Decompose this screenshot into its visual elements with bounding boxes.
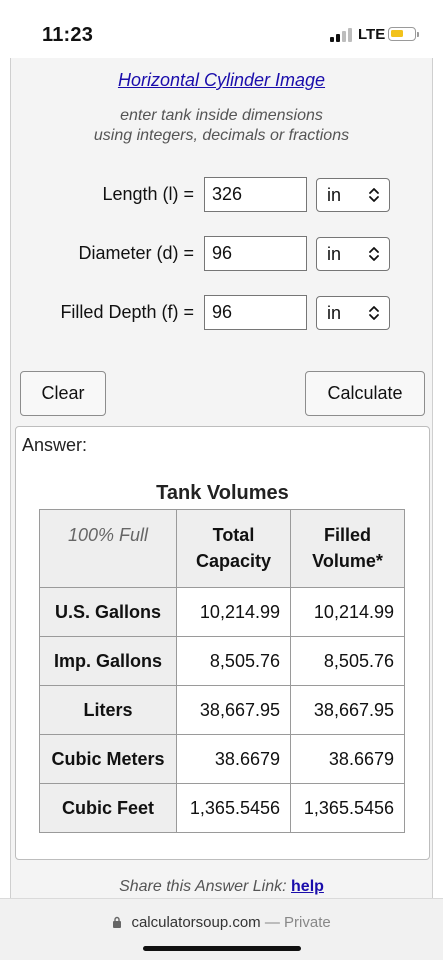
total-capacity-cell: 38.6679 — [176, 734, 291, 784]
table-row: U.S. Gallons 10,214.99 10,214.99 — [39, 587, 405, 637]
row-label: Imp. Gallons — [39, 636, 177, 686]
answer-box: Answer: Tank Volumes 100% Full Total Cap… — [15, 426, 430, 860]
signal-icon — [330, 28, 354, 42]
total-capacity-header-line1: Total — [212, 525, 255, 545]
table-corner-header: 100% Full — [39, 509, 177, 588]
total-capacity-cell: 10,214.99 — [176, 587, 291, 637]
private-mode-label: — Private — [264, 914, 331, 931]
filled-volume-cell: 8,505.76 — [290, 636, 405, 686]
length-label: Length (l) = — [102, 184, 194, 204]
instructions: enter tank inside dimensions using integ… — [11, 106, 432, 146]
filled-depth-label: Filled Depth (f) = — [60, 302, 194, 322]
table-header-row: 100% Full Total Capacity Filled Volume* — [39, 509, 405, 588]
instructions-line-1: enter tank inside dimensions — [120, 107, 323, 124]
filled-volume-cell: 38,667.95 — [290, 685, 405, 735]
tank-volumes-table: 100% Full Total Capacity Filled Volume* … — [39, 509, 405, 833]
filled-depth-unit-value: in — [327, 303, 342, 323]
answer-label: Answer: — [22, 435, 88, 455]
share-help-link[interactable]: help — [291, 878, 324, 895]
filled-depth-unit-select[interactable]: in — [316, 296, 390, 330]
calculate-button[interactable]: Calculate — [305, 371, 425, 416]
filled-volume-cell: 1,365.5456 — [290, 783, 405, 833]
network-type: LTE — [358, 26, 386, 43]
row-label: Cubic Feet — [39, 783, 177, 833]
filled-volume-cell: 38.6679 — [290, 734, 405, 784]
select-chevron-icon — [369, 247, 379, 261]
filled-volume-header-line2: Volume* — [312, 551, 383, 571]
clear-button[interactable]: Clear — [20, 371, 106, 416]
table-row: Cubic Meters 38.6679 38.6679 — [39, 734, 405, 784]
status-time: 11:23 — [42, 24, 94, 46]
length-row: Length (l) = in — [11, 177, 432, 213]
length-unit-select[interactable]: in — [316, 178, 390, 212]
share-answer-text: Share this Answer Link: — [119, 878, 287, 895]
table-row: Liters 38,667.95 38,667.95 — [39, 685, 405, 735]
lock-icon — [113, 916, 122, 928]
diameter-input[interactable] — [204, 236, 307, 271]
filled-volume-header: Filled Volume* — [290, 509, 405, 588]
row-label: U.S. Gallons — [39, 587, 177, 637]
horizontal-cylinder-image-link[interactable]: Horizontal Cylinder Image — [11, 70, 432, 91]
total-capacity-cell: 38,667.95 — [176, 685, 291, 735]
row-label: Cubic Meters — [39, 734, 177, 784]
instructions-line-2: using integers, decimals or fractions — [93, 127, 350, 144]
home-indicator[interactable] — [143, 946, 301, 951]
select-chevron-icon — [369, 306, 379, 320]
filled-volume-header-line1: Filled — [323, 525, 371, 545]
battery-icon — [388, 27, 416, 41]
total-capacity-cell: 1,365.5456 — [176, 783, 291, 833]
status-bar: 11:23 LTE — [0, 0, 443, 58]
total-capacity-cell: 8,505.76 — [176, 636, 291, 686]
length-unit-value: in — [327, 185, 342, 205]
length-input[interactable] — [204, 177, 307, 212]
filled-depth-row: Filled Depth (f) = in — [11, 295, 432, 331]
total-capacity-header: Total Capacity — [176, 509, 291, 588]
browser-address-bar[interactable]: calculatorsoup.com — Private — [0, 898, 443, 960]
total-capacity-header-line2: Capacity — [195, 551, 272, 571]
diameter-label: Diameter (d) = — [78, 243, 194, 263]
filled-depth-input[interactable] — [204, 295, 307, 330]
diameter-unit-value: in — [327, 244, 342, 264]
tank-volumes-title: Tank Volumes — [156, 482, 289, 504]
battery-tip — [417, 32, 419, 37]
diameter-row: Diameter (d) = in — [11, 236, 432, 272]
table-row: Cubic Feet 1,365.5456 1,365.5456 — [39, 783, 405, 833]
select-chevron-icon — [369, 188, 379, 202]
diameter-unit-select[interactable]: in — [316, 237, 390, 271]
calculator-page: Horizontal Cylinder Image enter tank ins… — [10, 58, 433, 898]
url-line: calculatorsoup.com — Private — [0, 914, 443, 931]
share-answer-line: Share this Answer Link: help — [11, 878, 432, 896]
filled-volume-cell: 10,214.99 — [290, 587, 405, 637]
url-domain: calculatorsoup.com — [131, 914, 261, 931]
row-label: Liters — [39, 685, 177, 735]
table-row: Imp. Gallons 8,505.76 8,505.76 — [39, 636, 405, 686]
